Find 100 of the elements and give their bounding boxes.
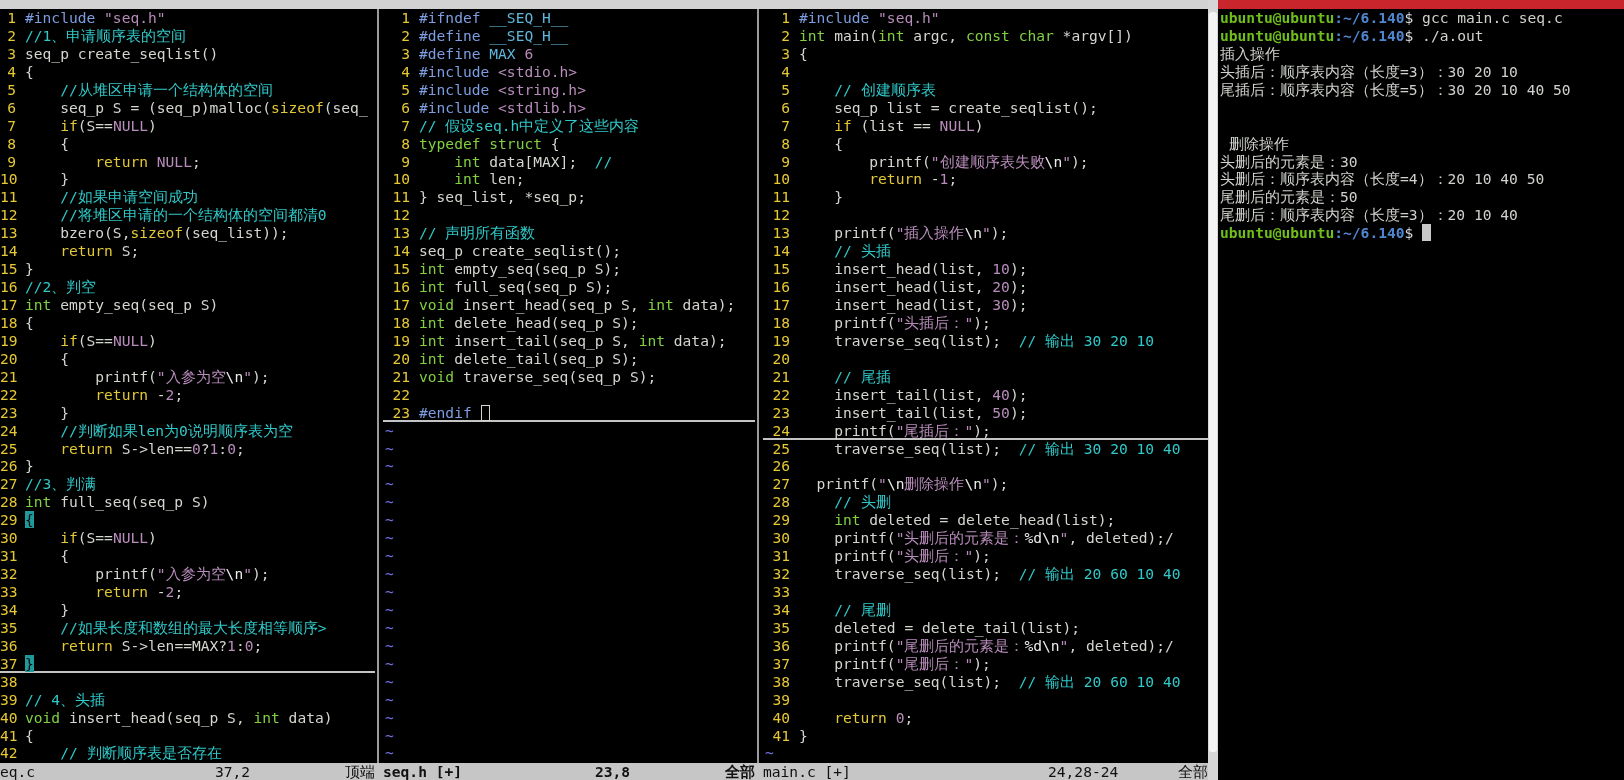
line-number: 4	[780, 62, 791, 79]
line-number: 6	[400, 98, 411, 115]
code-line: seq_p S = (seq_p)malloc(sizeof(seq_	[59, 98, 368, 115]
prompt-line: ubuntu@ubuntu:~/6.140$	[1220, 224, 1414, 243]
line-number: 12	[771, 206, 791, 223]
line-number: 21	[771, 367, 791, 384]
empty-line-tilde: ~	[384, 565, 395, 583]
code-line: // 4、头插	[25, 690, 106, 707]
line-number: 31	[771, 547, 791, 564]
empty-line-tilde: ~	[384, 744, 395, 763]
line-number: 11	[0, 188, 19, 205]
line-number: 34	[771, 600, 791, 617]
line-number: 18	[0, 313, 19, 330]
code-line: }	[799, 726, 808, 743]
line-number: 21	[0, 367, 19, 384]
line-number: 7	[780, 116, 791, 133]
code-line: }	[59, 600, 69, 617]
code-line: //如果长度和数组的最大长度相等顺序>	[59, 618, 327, 635]
output-line: 头删后：顺序表内容（长度=4）：20 10 40 50	[1220, 170, 1545, 189]
code-line: int empty_seq(seq_p S);	[419, 260, 622, 277]
code-line: // 尾删	[833, 600, 891, 617]
line-number: 4	[6, 62, 17, 79]
code-line: printf("\n删除操作\n");	[815, 475, 1009, 492]
code-line: // 创建顺序表	[833, 80, 936, 97]
code-line: #endif	[419, 403, 472, 420]
code-line: {	[59, 547, 69, 564]
code-line: bzero(S,sizeof(seq_list));	[59, 224, 289, 241]
code-line: // 尾插	[833, 367, 891, 384]
line-number: 41	[0, 726, 19, 743]
code-line: printf("入参为空\n");	[94, 565, 270, 581]
line-number: 41	[771, 726, 791, 743]
code-line: printf("创建顺序表失败\n");	[868, 152, 1089, 169]
line-number: 11	[391, 188, 411, 205]
line-number: 16	[391, 278, 411, 294]
code-line: //2、判空	[25, 278, 97, 294]
prompt-line: ubuntu@ubuntu:~/6.140$ gcc main.c seq.c	[1220, 9, 1563, 27]
code-line: //3、判满	[25, 475, 97, 492]
line-number: 36	[771, 636, 791, 653]
code-line: {	[59, 349, 69, 366]
code-line: #define MAX 6	[419, 44, 534, 61]
code-line: insert_head(list, 20);	[833, 278, 1028, 294]
line-number: 26	[771, 457, 791, 474]
code-line: insert_tail(list, 40);	[833, 385, 1028, 402]
code-line: // 假设seq.h中定义了这些内容	[419, 116, 640, 133]
line-number: 38	[0, 672, 19, 689]
code-line: #include "seq.h"	[799, 9, 940, 25]
code-line: printf("插入操作\n");	[833, 224, 1009, 241]
line-number: 39	[0, 690, 19, 707]
line-number: 5	[400, 80, 411, 97]
line-number: 27	[771, 475, 791, 492]
line-number: 30	[0, 529, 19, 546]
code-line: int full_seq(seq_p S)	[25, 493, 210, 510]
code-line: return -2;	[94, 583, 184, 599]
code-line: traverse_seq(list); // 输出 20 60 10 40	[833, 565, 1181, 581]
line-number: 3	[6, 44, 17, 61]
code-line: return S->len==MAX?1:0;	[59, 636, 263, 653]
empty-line-tilde: ~	[384, 457, 395, 476]
line-number: 2	[6, 26, 17, 43]
line-number: 38	[771, 672, 791, 689]
line-number: 7	[400, 116, 411, 133]
code-line: {	[25, 62, 34, 79]
status-position: 23,8	[595, 763, 632, 780]
code-line: return 0;	[833, 708, 914, 725]
code-line: traverse_seq(list); // 输出 30 20 10 40	[833, 439, 1181, 456]
empty-line-tilde: ~	[384, 421, 395, 440]
code-line: // 头删	[833, 493, 891, 510]
status-position: 37,2	[215, 763, 252, 780]
line-number: 13	[391, 224, 411, 241]
line-number: 23	[391, 403, 411, 420]
code-line: #include <string.h>	[419, 80, 586, 97]
code-line: int main(int argc, const char *argv[])	[799, 26, 1133, 43]
code-line: if(S==NULL)	[59, 116, 157, 133]
code-line: if (list == NULL)	[833, 116, 984, 133]
code-line: #include "seq.h"	[25, 9, 166, 25]
code-line: printf("头删后的元素是：%d\n", deleted);/	[833, 529, 1174, 546]
line-number: 36	[0, 636, 19, 653]
output-line: 尾删后的元素是：50	[1220, 188, 1358, 207]
line-number: 21	[391, 367, 411, 384]
line-number: 20	[0, 349, 19, 366]
line-number: 28	[0, 493, 19, 510]
code-line: {	[833, 134, 843, 151]
code-line: if(S==NULL)	[59, 529, 157, 546]
code-line: deleted = delete_tail(list);	[833, 618, 1081, 635]
code-line: //将堆区申请的一个结构体的空间都清0	[59, 206, 327, 223]
line-number: 26	[0, 457, 19, 474]
scrollbar[interactable]	[1208, 0, 1218, 780]
code-line: //1、申请顺序表的空间	[25, 26, 187, 43]
line-number: 1	[400, 9, 411, 25]
code-line: seq_p create_seqlist();	[419, 242, 622, 259]
line-number: 39	[771, 690, 791, 707]
line-number: 9	[400, 152, 411, 169]
line-number: 20	[771, 349, 791, 366]
code-line: }	[59, 170, 69, 187]
code-line: printf("尾删后的元素是：%d\n", deleted);/	[833, 636, 1174, 653]
code-line: printf("头删后：");	[833, 547, 991, 564]
line-number: 15	[0, 260, 19, 277]
line-number: 11	[771, 188, 791, 205]
line-number: 40	[771, 708, 791, 725]
line-number: 5	[6, 80, 17, 97]
line-number: 22	[771, 385, 791, 402]
